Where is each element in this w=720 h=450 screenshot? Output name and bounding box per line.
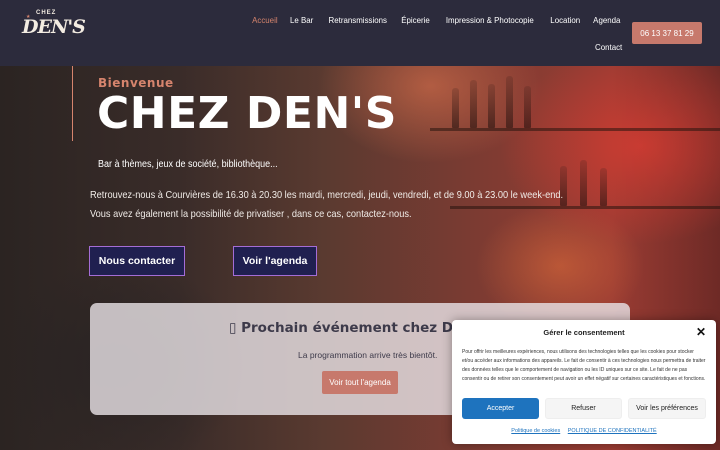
bottle-decor: [580, 160, 587, 206]
close-icon[interactable]: ✕: [696, 325, 706, 339]
nav-item-epicerie[interactable]: Épicerie: [401, 15, 430, 25]
hero-privatise: Vous avez également la possibilité de pr…: [90, 208, 412, 220]
nav-item-contact[interactable]: Contact: [595, 42, 622, 52]
bottle-decor: [506, 76, 513, 128]
site-logo[interactable]: ★ CHEZ DEN'S: [22, 10, 86, 54]
site-header: ★ CHEZ DEN'S Accueil Le Bar Retransmissi…: [0, 0, 720, 66]
privacy-policy-link[interactable]: POLITIQUE DE CONFIDENTIALITÉ: [568, 428, 657, 434]
bottle-decor: [524, 86, 531, 128]
preferences-button[interactable]: Voir les préférences: [628, 398, 706, 419]
hero-tagline: Bar à thèmes, jeux de société, bibliothè…: [98, 159, 278, 170]
nav-item-le-bar[interactable]: Le Bar: [290, 15, 313, 25]
hero-title: CHEZ DEN'S: [97, 88, 397, 139]
bottle-decor: [600, 168, 607, 206]
nav-item-impression[interactable]: Impression & Photocopie: [446, 15, 534, 25]
nav-item-accueil[interactable]: Accueil: [252, 15, 277, 25]
agenda-button[interactable]: Voir l'agenda: [233, 246, 317, 276]
bottle-decor: [470, 80, 477, 128]
nav-item-retransmissions[interactable]: Retransmissions: [328, 15, 386, 25]
refuse-button[interactable]: Refuser: [545, 398, 622, 419]
cookie-policy-link[interactable]: Politique de cookies: [511, 428, 560, 434]
contact-button[interactable]: Nous contacter: [89, 246, 185, 276]
nav-item-location[interactable]: Location: [550, 15, 580, 25]
bar-shelf: [430, 128, 720, 131]
hero-hours: Retrouvez-nous à Courvières de 16.30 à 2…: [90, 189, 564, 201]
next-event-subtitle: La programmation arrive très bientôt.: [298, 350, 438, 360]
bottle-decor: [452, 88, 459, 128]
next-event-title: ▯ Prochain événement chez D: [229, 320, 454, 336]
hero-description: Retrouvez-nous à Courvières de 16.30 à 2…: [90, 186, 563, 224]
cookie-consent-dialog: Gérer le consentement ✕ Pour offrir les …: [452, 320, 716, 444]
accent-line: [72, 66, 73, 141]
consent-links: Politique de cookies POLITIQUE DE CONFID…: [452, 428, 716, 434]
phone-button[interactable]: 06 13 37 81 29: [632, 22, 702, 44]
logo-main-text: DEN'S: [22, 16, 86, 38]
accept-button[interactable]: Accepter: [462, 398, 539, 419]
nav-item-agenda[interactable]: Agenda: [594, 15, 621, 25]
consent-text: Pour offrir les meilleures expériences, …: [462, 349, 706, 382]
bottle-decor: [488, 84, 495, 128]
see-full-agenda-button[interactable]: Voir tout l'agenda: [322, 371, 398, 394]
consent-title: Gérer le consentement: [543, 328, 625, 337]
main-nav: Accueil Le Bar Retransmissions Épicerie …: [240, 15, 622, 25]
